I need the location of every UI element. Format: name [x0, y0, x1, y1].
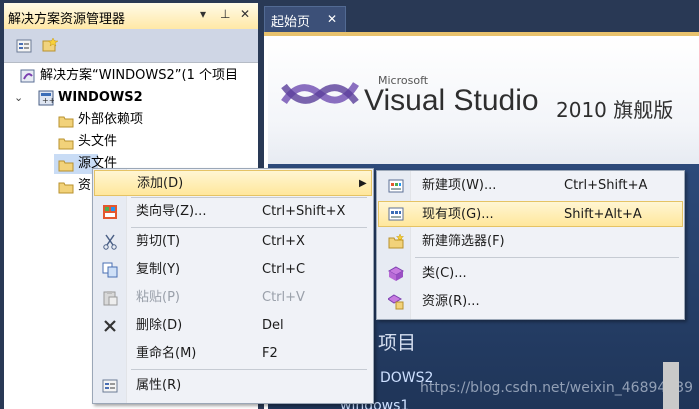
menu-item-new-filter[interactable]: 新建筛选器(F) — [378, 229, 683, 255]
existing-item-icon — [388, 207, 404, 221]
product-edition: 2010 旗舰版 — [556, 98, 674, 122]
menu-item-shortcut: Ctrl+Shift+X — [262, 204, 346, 219]
new-item-icon — [388, 179, 404, 193]
menu-item-label: 新建项(W)... — [422, 178, 497, 193]
menu-item-label: 属性(R) — [136, 378, 182, 393]
menu-separator — [131, 227, 367, 228]
visual-studio-banner: Microsoft Visual Studio 2010 旗舰版 — [268, 36, 699, 164]
menu-item-shortcut: Ctrl+X — [262, 234, 305, 249]
menu-item-label: 重命名(M) — [136, 346, 197, 361]
menu-item-resource[interactable]: 资源(R)... — [378, 289, 683, 315]
tab-start-page[interactable]: 起始页 ✕ — [264, 6, 346, 32]
svg-text:++: ++ — [42, 96, 54, 105]
menu-item-shortcut: Del — [262, 318, 284, 333]
class-wizard-icon — [103, 205, 117, 219]
close-icon[interactable]: ✕ — [327, 12, 337, 26]
solution-icon — [20, 69, 35, 83]
expand-arrow-icon[interactable]: ⌄ — [14, 88, 23, 108]
menu-item-cut[interactable]: 剪切(T) Ctrl+X — [94, 229, 372, 255]
tree-item-label: 头文件 — [78, 134, 118, 149]
close-icon[interactable]: ✕ — [240, 7, 250, 21]
tree-item-label: WINDOWS2 — [58, 90, 143, 105]
menu-item-delete[interactable]: 删除(D) Del — [94, 313, 372, 339]
context-menu: 添加(D) ▶ 类向导(Z)... Ctrl+Shift+X 剪切(T) Ctr… — [92, 168, 374, 404]
menu-separator — [415, 257, 679, 258]
menu-item-label: 资源(R)... — [422, 294, 480, 309]
cut-icon — [103, 234, 117, 250]
recent-projects-title: 项目 — [378, 332, 417, 354]
properties-icon — [102, 379, 118, 393]
submenu-arrow-icon: ▶ — [359, 178, 367, 189]
scrollbar[interactable] — [663, 362, 679, 409]
visual-studio-logo-icon — [281, 82, 359, 105]
resource-icon — [388, 294, 404, 310]
class-icon — [388, 266, 404, 281]
solution-explorer-title: 解决方案资源管理器 — [8, 12, 126, 27]
menu-separator — [131, 197, 367, 198]
menu-item-add[interactable]: 添加(D) ▶ — [94, 170, 372, 196]
menu-item-shortcut: Ctrl+C — [262, 262, 306, 277]
folder-icon — [58, 182, 74, 194]
menu-item-paste[interactable]: 粘贴(P) Ctrl+V — [94, 285, 372, 311]
menu-item-label: 复制(Y) — [136, 262, 181, 277]
product-name: Visual Studio — [364, 84, 539, 117]
menu-item-label: 新建筛选器(F) — [422, 234, 505, 249]
menu-item-label: 添加(D) — [137, 176, 184, 191]
project-icon: ++ — [38, 90, 54, 106]
menu-item-label: 剪切(T) — [136, 234, 181, 249]
watermark: https://blog.csdn.net/weixin_46894139 — [420, 380, 694, 396]
menu-item-shortcut: Ctrl+V — [262, 290, 305, 305]
menu-item-label: 类向导(Z)... — [136, 204, 207, 219]
properties-icon[interactable] — [16, 39, 32, 53]
paste-icon — [103, 291, 118, 306]
menu-item-new-item[interactable]: 新建项(W)... Ctrl+Shift+A — [378, 173, 683, 199]
folder-icon — [58, 138, 74, 150]
dropdown-arrow-icon[interactable]: ▾ — [200, 7, 206, 21]
menu-item-rename[interactable]: 重命名(M) F2 — [94, 341, 372, 367]
folder-icon — [58, 160, 74, 172]
menu-item-class[interactable]: 类(C)... — [378, 261, 683, 287]
tree-item-label: 资 — [78, 178, 92, 193]
menu-item-shortcut: Ctrl+Shift+A — [564, 178, 648, 193]
folder-icon — [58, 116, 74, 128]
menu-item-label: 现有项(G)... — [422, 207, 494, 222]
solution-explorer-toolbar — [4, 29, 258, 63]
pin-icon[interactable]: ⊥ — [220, 7, 230, 21]
tree-item-label: 解决方案“WINDOWS2”(1 个项目 — [40, 68, 238, 83]
add-submenu: 新建项(W)... Ctrl+Shift+A 现有项(G)... Shift+A… — [376, 170, 685, 320]
menu-item-shortcut: Shift+Alt+A — [564, 207, 642, 222]
copy-icon — [102, 262, 118, 278]
menu-item-class-wizard[interactable]: 类向导(Z)... Ctrl+Shift+X — [94, 199, 372, 225]
menu-item-existing-item[interactable]: 现有项(G)... Shift+Alt+A — [378, 201, 683, 227]
tree-item-label: 外部依赖项 — [78, 112, 144, 127]
show-all-files-icon[interactable] — [42, 38, 58, 52]
tab-label: 起始页 — [271, 15, 311, 30]
menu-separator — [131, 369, 367, 370]
delete-icon — [104, 320, 116, 332]
menu-item-label: 删除(D) — [136, 318, 183, 333]
menu-item-properties[interactable]: 属性(R) — [94, 373, 372, 399]
solution-explorer-titlebar: 解决方案资源管理器 ▾ ⊥ ✕ — [4, 3, 258, 29]
menu-item-label: 粘贴(P) — [136, 290, 180, 305]
new-filter-icon — [388, 234, 404, 249]
menu-item-copy[interactable]: 复制(Y) Ctrl+C — [94, 257, 372, 283]
menu-item-label: 类(C)... — [422, 266, 467, 281]
menu-item-shortcut: F2 — [262, 346, 278, 361]
